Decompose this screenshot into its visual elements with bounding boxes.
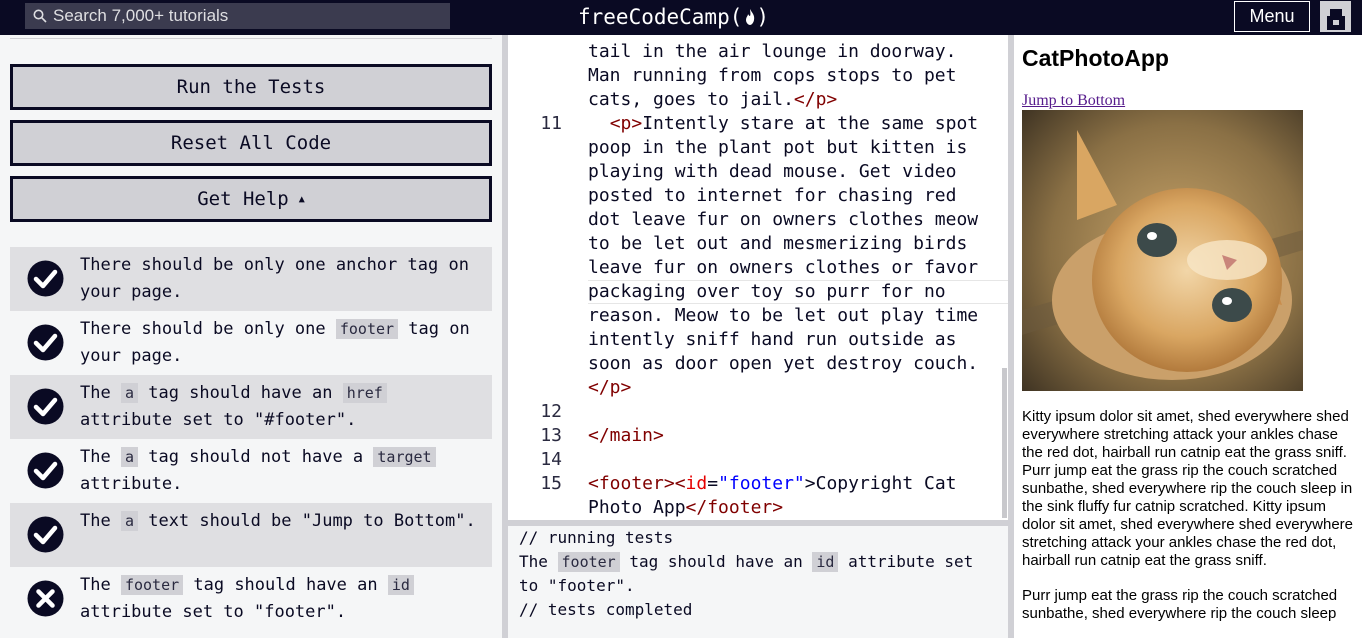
x-circle-icon [27,580,63,617]
page-title: CatPhotoApp [1022,45,1169,71]
preview-paragraph: Purr jump eat the grass rip the couch sc… [1022,587,1338,622]
editor-line: packaging over toy so purr for no [588,281,946,302]
test-text: The a tag should have an href attribute … [80,380,480,434]
preview-paragraph: Kitty ipsum dolor sit amet, shed everywh… [1022,408,1353,569]
search-input[interactable]: Search 7,000+ tutorials [25,3,450,29]
test-item: The a text should be "Jump to Bottom". [10,503,492,567]
editor-line: tail in the air lounge in doorway. [588,41,957,62]
code-editor[interactable]: tail in the air lounge in doorway. Man r… [508,35,1008,520]
editor-line: intently sniff hand run outside as [588,329,957,350]
run-tests-button[interactable]: Run the Tests [10,64,492,110]
inline-code: footer [557,552,620,572]
jump-to-bottom-link[interactable]: Jump to Bottom [1022,92,1362,110]
editor-line: poop in the plant pot but kitten is [588,137,968,158]
top-nav: Search 7,000+ tutorials freeCodeCamp( ) … [0,0,1362,35]
inline-code: a [120,447,138,467]
inline-code: a [120,383,138,403]
editor-line: posted to internet for chasing red [588,185,957,206]
editor-line: reason. Meow to be let out play time [588,305,979,326]
editor-line: </p> [588,377,632,398]
inline-code: footer [120,575,184,595]
test-text: The a text should be "Jump to Bottom". [80,511,476,531]
editor-line: Photo App</footer> [588,497,784,518]
editor-line: soon as door open yet destroy couch. [588,353,979,374]
editor-line: 13 </main> [508,424,1008,448]
line-number: 15 [540,473,562,494]
get-help-label: Get Help [197,188,289,210]
logo-text: freeCodeCamp( [578,5,743,29]
editor-line: to be let out and mesmerizing birds [588,233,968,254]
inline-code: footer [335,319,399,339]
check-circle-icon [27,516,63,553]
inline-code: id [812,552,839,572]
test-text: The a tag should not have a target attri… [80,444,480,498]
test-item: There should be only one footer tag on y… [10,311,492,375]
editor-line: 15 <footer><id="footer">Copyright Cat [508,472,1008,496]
editor-line: 11 <p>Intently stare at the same spot [508,112,1008,136]
inline-code: target [373,447,436,467]
inline-code: a [120,511,138,531]
cat-photo [1022,110,1303,391]
test-text: The footer tag should have an id attribu… [80,572,480,626]
avatar[interactable] [1320,1,1351,32]
instructions-pane: Run the Tests Reset All Code Get Help ▲ T… [0,35,502,638]
test-item: There should be only one anchor tag on y… [10,247,492,311]
freecodecamp-logo[interactable]: freeCodeCamp( ) [578,2,769,32]
editor-line: 12 [508,400,1008,424]
line-number: 11 [540,113,562,134]
check-circle-icon [27,452,63,489]
test-text: There should be only one anchor tag on y… [80,255,469,302]
get-help-button[interactable]: Get Help ▲ [10,176,492,222]
editor-line: leave fur on owners clothes or favor [588,257,979,278]
divider [10,38,492,39]
line-number: 14 [540,449,562,470]
test-item: The footer tag should have an id attribu… [10,567,492,631]
console-line: The footer tag should have an id attribu… [519,552,974,572]
check-circle-icon [27,324,63,361]
console-line: // running tests [519,528,674,547]
search-icon [33,9,47,23]
flame-icon [746,9,755,25]
inline-code: id [387,575,414,595]
test-list: There should be only one anchor tag on y… [10,247,492,631]
editor-line: Man running from cops stops to pet [588,65,957,86]
search-placeholder: Search 7,000+ tutorials [53,6,229,25]
user-avatar-icon [1326,9,1345,30]
check-circle-icon [27,260,63,297]
inline-code: href [342,383,387,403]
editor-scrollbar[interactable] [1002,368,1007,518]
output-console: // running tests The footer tag should h… [508,526,1008,638]
check-circle-icon [27,388,63,425]
editor-line: playing with dead mouse. Get video [588,161,957,182]
test-item: The a tag should have an href attribute … [10,375,492,439]
line-number: 12 [540,401,562,422]
line-number: 13 [540,425,562,446]
test-item: The a tag should not have a target attri… [10,439,492,503]
console-line: to "footer". [519,576,635,595]
editor-line: cats, goes to jail.</p> [588,89,838,110]
preview-pane: CatPhotoApp Jump to Bottom Kitty ipsum d… [1014,35,1362,638]
reset-code-button[interactable]: Reset All Code [10,120,492,166]
logo-end: ) [756,5,770,29]
menu-button[interactable]: Menu [1234,1,1310,32]
editor-line: dot leave fur on owners clothes meow [588,209,979,230]
test-text: There should be only one footer tag on y… [80,319,470,366]
console-line: // tests completed [519,600,693,619]
editor-line: 14 [508,448,1008,472]
caret-up-icon: ▲ [298,193,305,205]
